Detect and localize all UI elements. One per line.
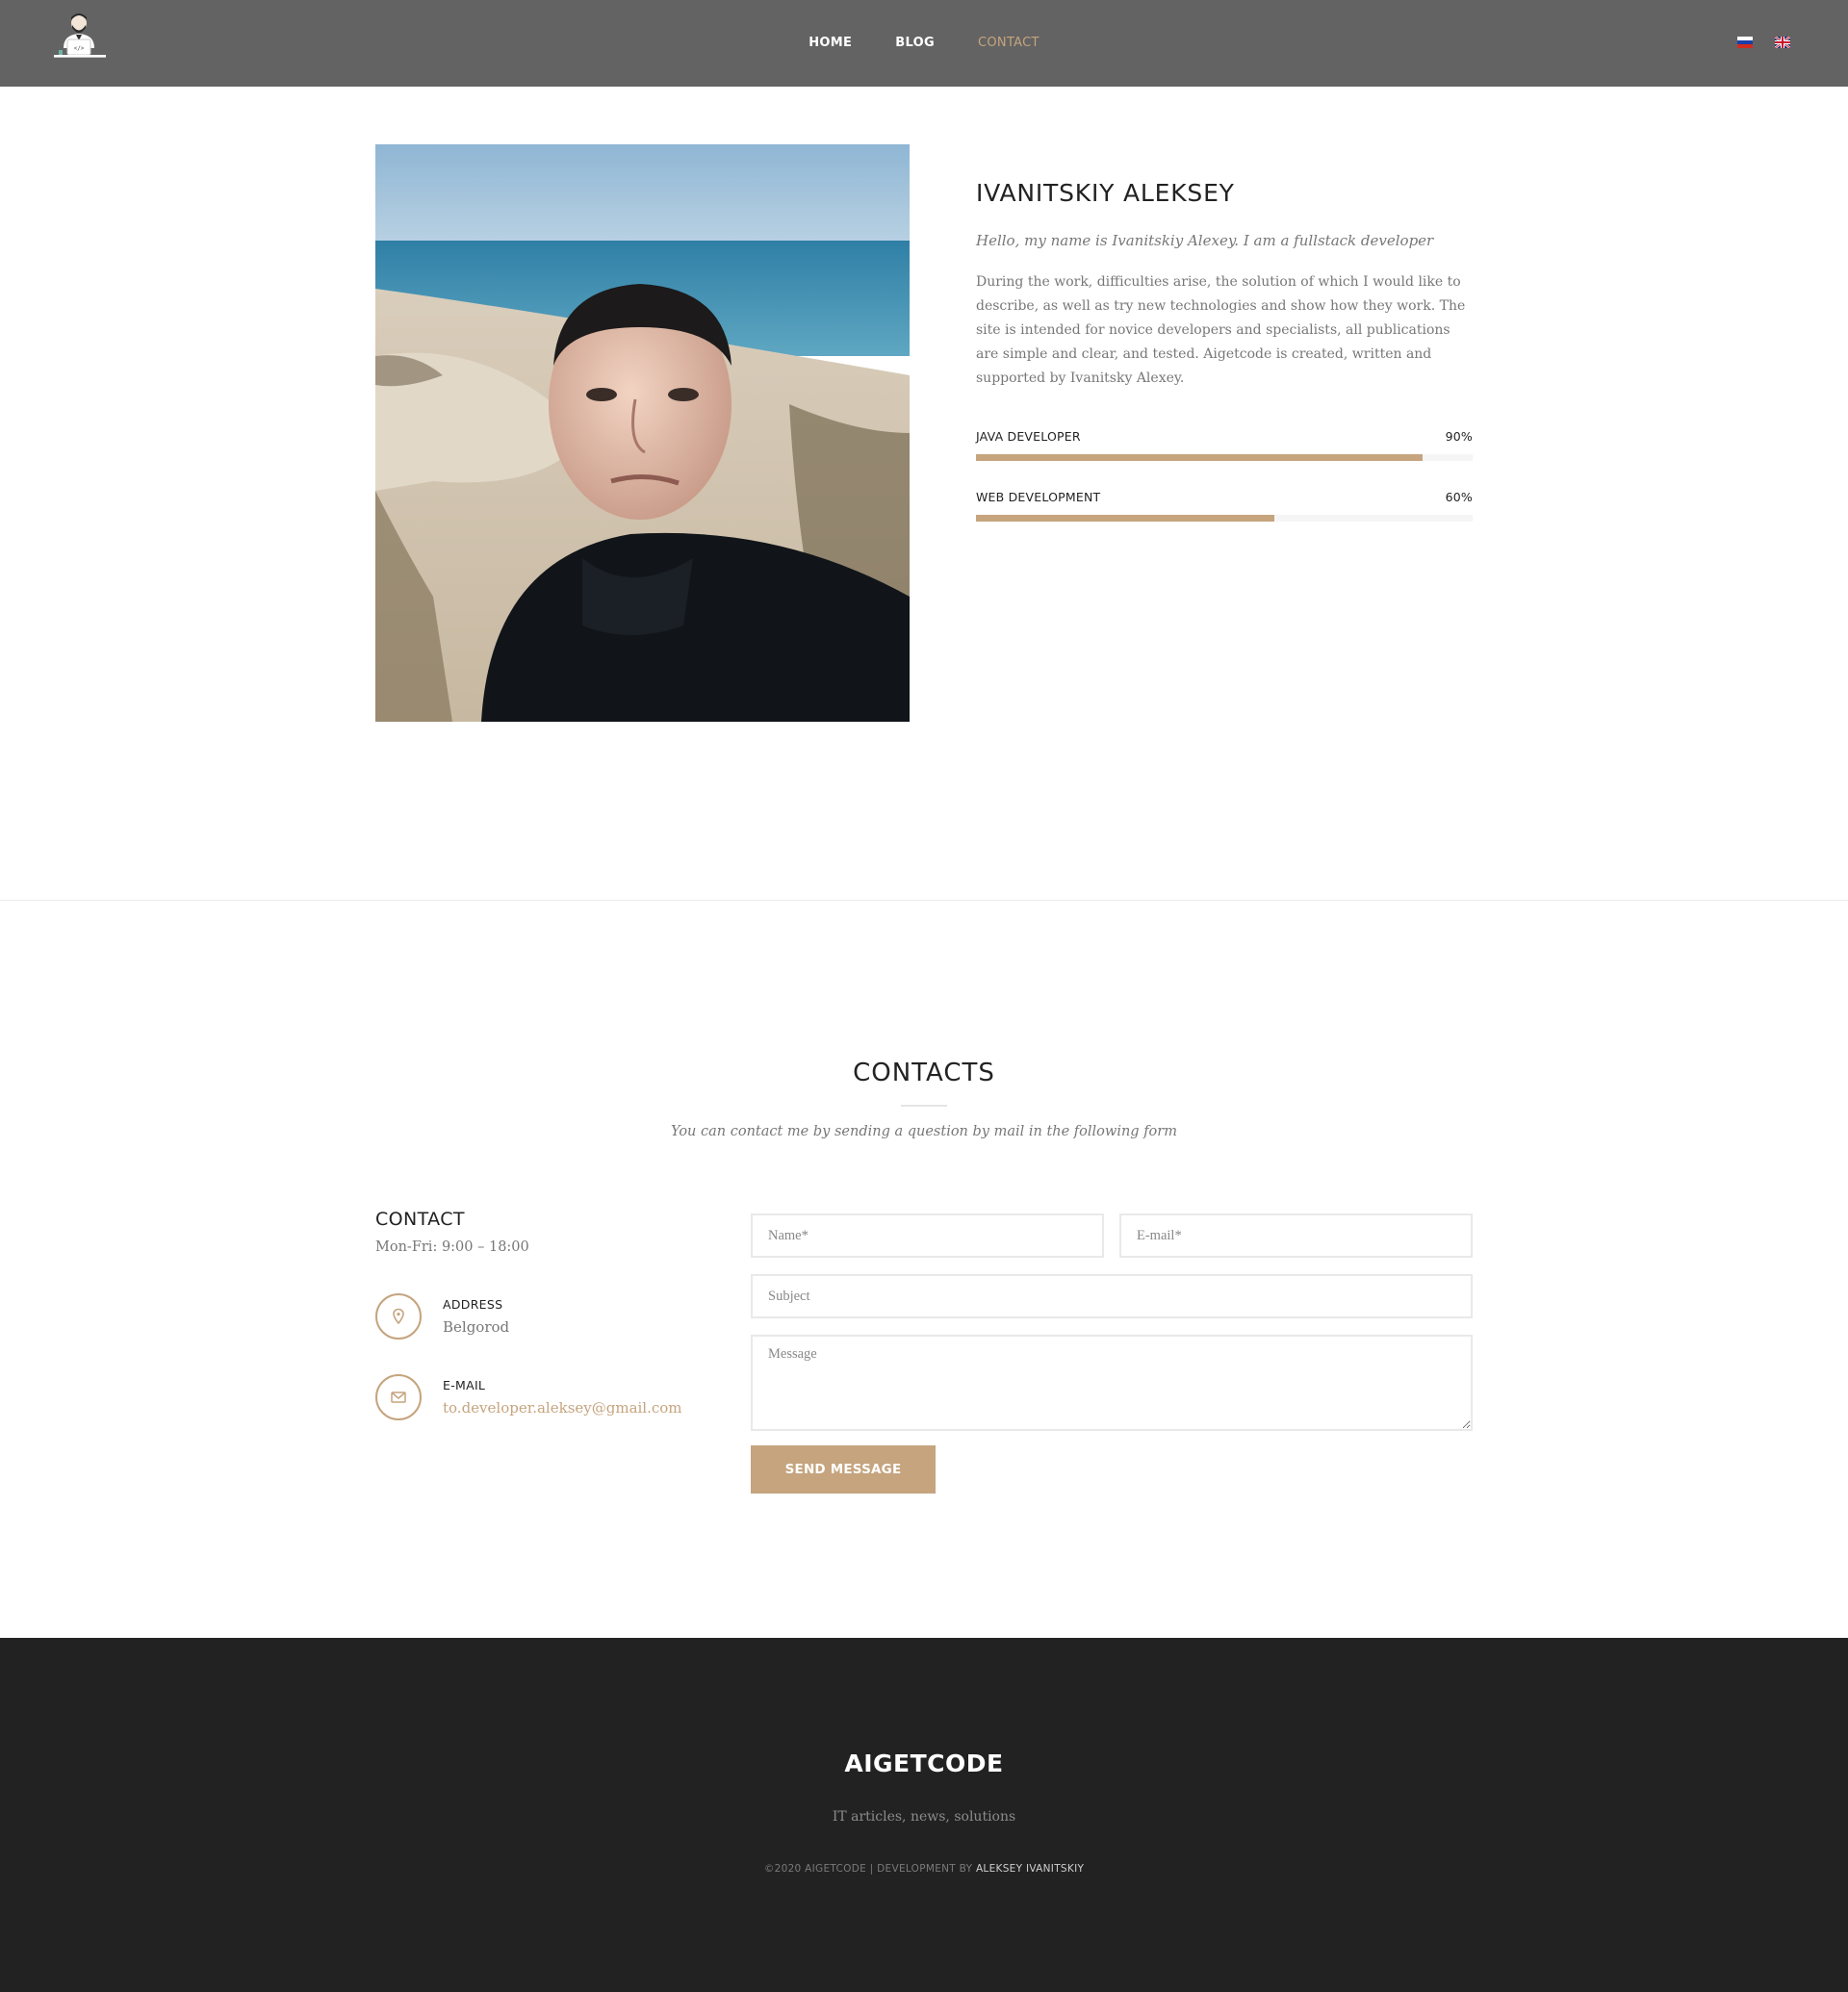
message-textarea[interactable]	[751, 1335, 1473, 1431]
copyright-text: ©2020 AIGETCODE | DEVELOPMENT BY	[763, 1863, 976, 1875]
main-nav: HOME BLOG CONTACT	[0, 0, 1848, 87]
skill-java: JAVA DEVELOPER 90%	[976, 429, 1473, 461]
nav-home[interactable]: HOME	[808, 0, 852, 87]
skill-progress-fill	[976, 454, 1424, 461]
profile-name: IVANITSKIY ALEKSEY	[976, 179, 1235, 207]
skill-progress-track	[976, 515, 1473, 522]
name-input[interactable]	[751, 1213, 1104, 1258]
footer-tagline: IT articles, news, solutions	[832, 1809, 1016, 1825]
site-header: </> HOME BLOG CONTACT	[0, 0, 1848, 87]
skill-percent: 90%	[1445, 429, 1473, 444]
english-flag-icon[interactable]	[1775, 37, 1790, 48]
contacts-title: CONTACTS	[853, 1059, 995, 1087]
address-value: Belgorod	[443, 1318, 510, 1336]
author-link[interactable]: ALEKSEY IVANITSKIY	[976, 1863, 1084, 1875]
contact-info-title: CONTACT	[375, 1209, 465, 1230]
nav-contact[interactable]: CONTACT	[978, 0, 1040, 87]
footer-copyright: ©2020 AIGETCODE | DEVELOPMENT BY ALEKSEY…	[0, 1863, 1848, 1875]
address-block: ADDRESS Belgorod	[375, 1293, 722, 1343]
profile-lead: Hello, my name is Ivanitskiy Alexey. I a…	[976, 232, 1434, 249]
skill-progress-fill	[976, 515, 1274, 522]
envelope-icon	[375, 1374, 422, 1420]
skill-progress-track	[976, 454, 1473, 461]
section-divider	[0, 900, 1848, 901]
address-label: ADDRESS	[443, 1297, 503, 1312]
skill-percent: 60%	[1445, 490, 1473, 504]
russian-flag-icon[interactable]	[1736, 37, 1753, 48]
title-underline	[901, 1105, 947, 1107]
contacts-subtitle: You can contact me by sending a question…	[671, 1124, 1177, 1139]
skill-web: WEB DEVELOPMENT 60%	[976, 490, 1473, 522]
profile-photo	[375, 144, 910, 722]
subject-input[interactable]	[751, 1274, 1473, 1318]
email-input[interactable]	[1119, 1213, 1473, 1258]
language-switcher	[1720, 37, 1790, 55]
footer-brand: AIGETCODE	[844, 1749, 1004, 1777]
site-footer: AIGETCODE IT articles, news, solutions ©…	[0, 1638, 1848, 1992]
contact-info: CONTACT Mon-Fri: 9:00 – 18:00 ADDRESS Be…	[375, 1209, 722, 1424]
about-section: IVANITSKIY ALEKSEY Hello, my name is Iva…	[976, 179, 1473, 522]
nav-blog[interactable]: BLOG	[895, 0, 935, 87]
skill-label: WEB DEVELOPMENT	[976, 490, 1101, 504]
send-message-button[interactable]: SEND MESSAGE	[751, 1445, 936, 1494]
map-marker-icon	[375, 1293, 422, 1340]
working-hours: Mon-Fri: 9:00 – 18:00	[375, 1239, 529, 1255]
skill-label: JAVA DEVELOPER	[976, 429, 1081, 444]
email-link[interactable]: to.developer.aleksey@gmail.com	[443, 1399, 682, 1417]
profile-description: During the work, difficulties arise, the…	[976, 274, 1466, 386]
email-label: E-MAIL	[443, 1378, 486, 1392]
profile-photo-image	[375, 144, 910, 722]
email-block: E-MAIL to.developer.aleksey@gmail.com	[375, 1374, 722, 1424]
